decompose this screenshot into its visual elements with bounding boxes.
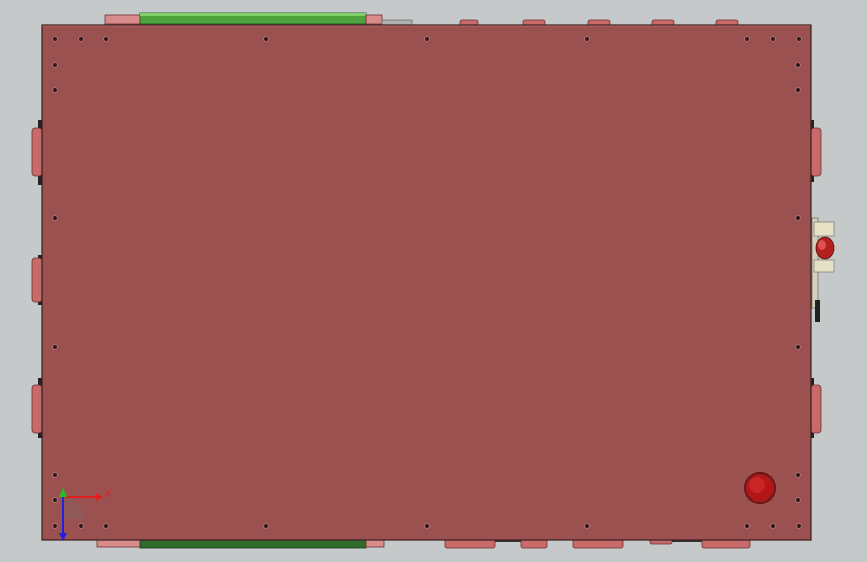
top-green-strip (104, 12, 413, 26)
cad-viewport[interactable]: X (0, 0, 867, 562)
model-canvas[interactable]: X (0, 0, 867, 562)
x-axis-label: X (104, 488, 112, 500)
emergency-stop-button[interactable] (744, 472, 776, 504)
side-connector-assembly (811, 217, 835, 322)
left-side-tabs (31, 120, 43, 438)
enclosure-top-plate (41, 24, 812, 541)
